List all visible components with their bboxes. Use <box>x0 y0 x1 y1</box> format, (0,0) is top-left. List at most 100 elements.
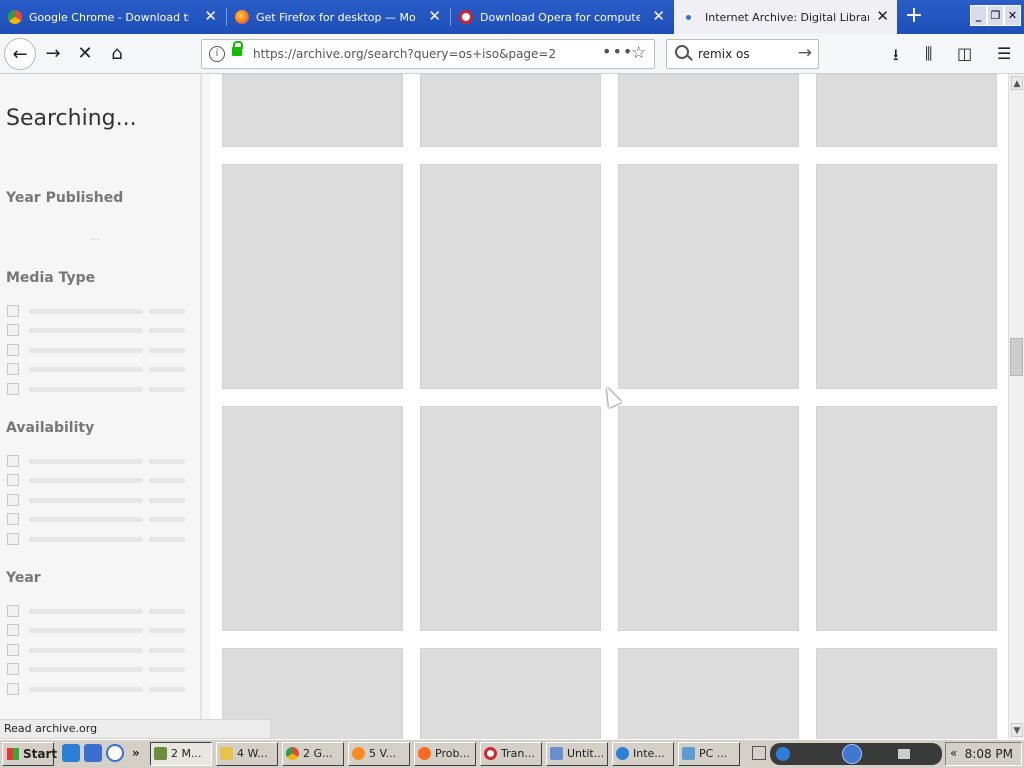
loading-bar <box>29 498 143 503</box>
result-tile-placeholder[interactable] <box>222 164 403 389</box>
close-icon[interactable]: ✕ <box>204 9 217 24</box>
taskbar-button[interactable]: Untit... <box>546 742 608 766</box>
taskbar-button[interactable]: 2 M... <box>150 742 212 766</box>
play-icon[interactable] <box>842 744 862 764</box>
chevron-right-icon[interactable]: » <box>132 744 144 762</box>
facet-placeholder-item[interactable] <box>7 474 197 488</box>
media-player-toolbar[interactable] <box>770 743 942 765</box>
address-bar[interactable]: i https://archive.org/search?query=os+is… <box>201 39 655 69</box>
result-tile-placeholder[interactable] <box>816 648 997 739</box>
facet-placeholder-item[interactable] <box>7 455 197 469</box>
tab-chrome[interactable]: Google Chrome - Download the Fa ✕ <box>0 0 225 34</box>
close-icon[interactable]: ✕ <box>876 9 889 24</box>
result-tile-placeholder[interactable] <box>618 164 799 389</box>
scroll-up-icon[interactable]: ▲ <box>1011 76 1023 90</box>
home-button[interactable]: ⌂ <box>101 38 133 70</box>
restore-button[interactable]: ❐ <box>987 5 1004 26</box>
close-icon[interactable]: ✕ <box>652 9 665 24</box>
checkbox[interactable] <box>7 683 19 695</box>
facet-placeholder-item[interactable] <box>7 305 197 319</box>
facet-placeholder-item[interactable] <box>7 494 197 508</box>
result-tile-placeholder[interactable] <box>816 406 997 631</box>
download-icon[interactable]: ⭳ <box>893 44 899 71</box>
menu-icon[interactable]: ☰ <box>997 44 1011 63</box>
volume-icon[interactable] <box>898 749 910 759</box>
search-input[interactable]: remix os → <box>666 39 819 69</box>
sidebar-icon[interactable]: ◫ <box>957 44 972 63</box>
checkbox[interactable] <box>7 383 19 395</box>
tab-internet-archive[interactable]: Internet Archive: Digital Library of ✕ <box>674 0 897 34</box>
taskbar-button[interactable]: Inte... <box>612 742 674 766</box>
checkbox[interactable] <box>7 474 19 486</box>
facet-placeholder-item[interactable] <box>7 513 197 527</box>
facet-placeholder-item[interactable] <box>7 533 197 547</box>
result-tile-placeholder[interactable] <box>618 648 799 739</box>
sidebar-scrollbar[interactable] <box>200 74 210 739</box>
result-tile-placeholder[interactable] <box>816 74 997 147</box>
taskbar-button[interactable]: Prob... <box>414 742 476 766</box>
taskbar-button[interactable]: 2 G... <box>282 742 344 766</box>
checkbox[interactable] <box>7 324 19 336</box>
search-text[interactable]: remix os <box>698 47 750 61</box>
clock[interactable]: 8:08 PM <box>965 747 1013 761</box>
back-button[interactable]: ← <box>4 38 36 70</box>
url-text[interactable]: https://archive.org/search?query=os+iso&… <box>253 47 556 61</box>
chevron-left-icon[interactable]: « <box>950 746 957 760</box>
checkbox[interactable] <box>7 663 19 675</box>
taskbar-button[interactable]: 5 V... <box>348 742 410 766</box>
result-tile-placeholder[interactable] <box>420 648 601 739</box>
scroll-down-icon[interactable]: ▼ <box>1011 723 1023 737</box>
checkbox[interactable] <box>7 513 19 525</box>
taskbar-button[interactable]: Tran... <box>480 742 542 766</box>
stop-button[interactable]: ✕ <box>69 38 101 70</box>
bookmark-star-icon[interactable]: ☆ <box>631 43 646 63</box>
checkbox[interactable] <box>7 533 19 545</box>
media-player-icon[interactable] <box>106 744 124 762</box>
info-icon[interactable]: i <box>209 46 225 62</box>
facet-placeholder-item[interactable] <box>7 683 197 697</box>
facet-placeholder-item[interactable] <box>7 383 197 397</box>
ie-icon[interactable] <box>62 744 80 762</box>
checkbox[interactable] <box>7 624 19 636</box>
keyboard-icon[interactable] <box>752 746 766 760</box>
facet-placeholder-item[interactable] <box>7 644 197 658</box>
facet-placeholder-item[interactable] <box>7 363 197 377</box>
tab-firefox[interactable]: Get Firefox for desktop — Mozilla ✕ <box>227 0 449 34</box>
taskbar-button[interactable]: 4 W... <box>216 742 278 766</box>
lock-icon[interactable] <box>232 41 243 56</box>
facet-placeholder-item[interactable] <box>7 324 197 338</box>
result-tile-placeholder[interactable] <box>222 74 403 147</box>
forward-button[interactable]: → <box>37 38 69 70</box>
page-actions-icon[interactable]: ••• <box>602 42 633 61</box>
minimize-button[interactable]: _ <box>970 5 987 26</box>
result-tile-placeholder[interactable] <box>222 406 403 631</box>
result-tile-placeholder[interactable] <box>420 164 601 389</box>
result-tile-placeholder[interactable] <box>618 74 799 147</box>
checkbox[interactable] <box>7 344 19 356</box>
outlook-icon[interactable] <box>84 744 102 762</box>
result-tile-placeholder[interactable] <box>420 74 601 147</box>
checkbox[interactable] <box>7 455 19 467</box>
scroll-thumb[interactable] <box>1010 338 1023 376</box>
close-icon[interactable]: ✕ <box>428 9 441 24</box>
checkbox[interactable] <box>7 644 19 656</box>
facet-placeholder-item[interactable] <box>7 605 197 619</box>
start-button[interactable]: Start <box>2 742 57 766</box>
taskbar-button[interactable]: PC ... <box>678 742 740 766</box>
checkbox[interactable] <box>7 494 19 506</box>
arrow-right-icon[interactable]: → <box>798 43 812 63</box>
checkbox[interactable] <box>7 605 19 617</box>
close-window-button[interactable]: ✕ <box>1004 5 1021 26</box>
new-tab-button[interactable]: + <box>900 4 928 30</box>
facet-placeholder-item[interactable] <box>7 344 197 358</box>
facet-placeholder-item[interactable] <box>7 624 197 638</box>
checkbox[interactable] <box>7 305 19 317</box>
checkbox[interactable] <box>7 363 19 375</box>
library-icon[interactable]: ⫼ <box>925 44 932 64</box>
result-tile-placeholder[interactable] <box>420 406 601 631</box>
tab-opera[interactable]: Download Opera for computers - ( ✕ <box>451 0 673 34</box>
result-tile-placeholder[interactable] <box>816 164 997 389</box>
result-tile-placeholder[interactable] <box>618 406 799 631</box>
facet-placeholder-item[interactable] <box>7 663 197 677</box>
page-scrollbar[interactable]: ▲ ▼ <box>1008 74 1024 739</box>
